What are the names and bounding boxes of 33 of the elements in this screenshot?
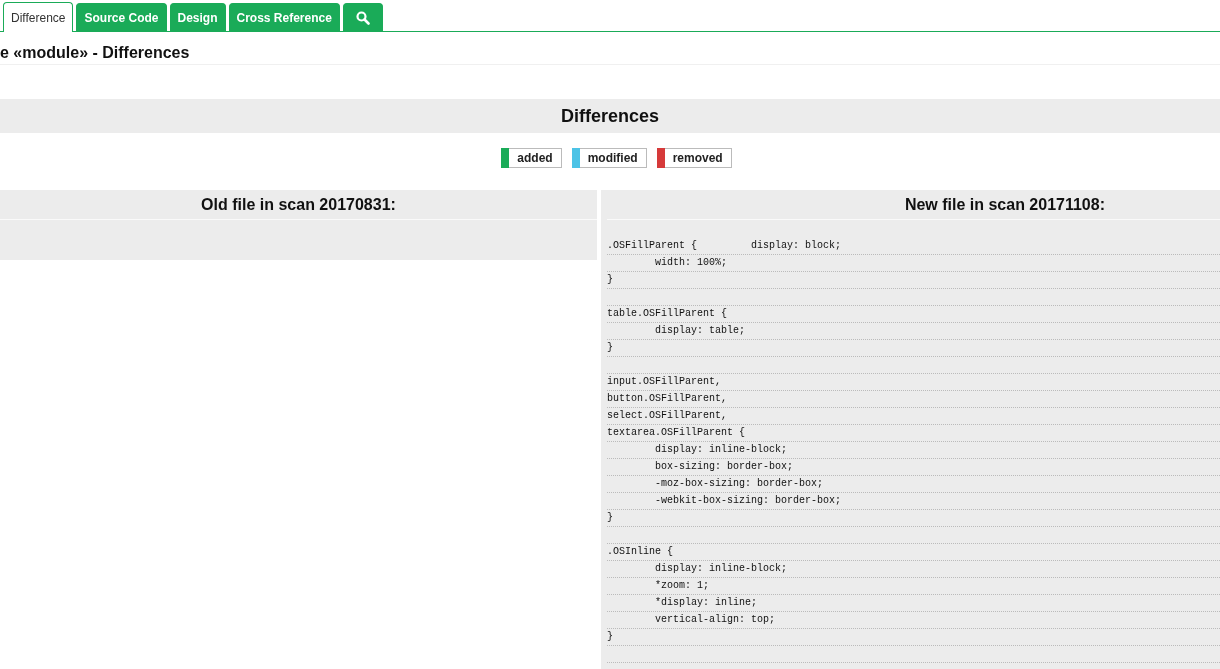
code-line: width: 100%; <box>607 255 1220 272</box>
tab[interactable]: Source Code <box>76 3 167 31</box>
search-icon <box>355 10 370 25</box>
code-line: } <box>607 340 1220 357</box>
code-line: *zoom: 1; <box>607 578 1220 595</box>
code-line: input.OSFillParent, <box>607 374 1220 391</box>
code-line: -moz-box-sizing: border-box; <box>607 476 1220 493</box>
code-line: box-sizing: border-box; <box>607 459 1220 476</box>
code-line: .OSFillParent { display: block; <box>607 238 1220 255</box>
code-line: .OSInline { <box>607 544 1220 561</box>
code-line: textarea.OSFillParent { <box>607 425 1220 442</box>
tab[interactable]: Cross Reference <box>228 3 340 31</box>
code-line: vertical-align: top; <box>607 612 1220 629</box>
code-line: button.OSFillParent, <box>607 391 1220 408</box>
code-line: display: inline-block; <box>607 442 1220 459</box>
code-line: select.OSFillParent, <box>607 408 1220 425</box>
section-title: Differences <box>560 105 659 127</box>
tab[interactable]: Design <box>169 3 226 31</box>
tab[interactable]: Difference <box>3 2 74 32</box>
old-file-heading: Old file in scan 20170831: <box>0 190 597 220</box>
page-title: e «module» - Differences <box>0 44 190 62</box>
code-line: table.OSFillParent { <box>607 306 1220 323</box>
code-line: display: table; <box>607 323 1220 340</box>
search-tab[interactable] <box>342 3 383 31</box>
code-line: } <box>607 629 1220 646</box>
code-line: } <box>607 510 1220 527</box>
legend-item: modified <box>571 148 647 168</box>
legend-item: removed <box>656 148 732 168</box>
legend-item: added <box>501 148 562 168</box>
code-line: *display: inline; <box>607 595 1220 612</box>
code-line: display: inline-block; <box>607 561 1220 578</box>
code-line: } <box>607 272 1220 289</box>
code-line: -webkit-box-sizing: border-box; <box>607 493 1220 510</box>
